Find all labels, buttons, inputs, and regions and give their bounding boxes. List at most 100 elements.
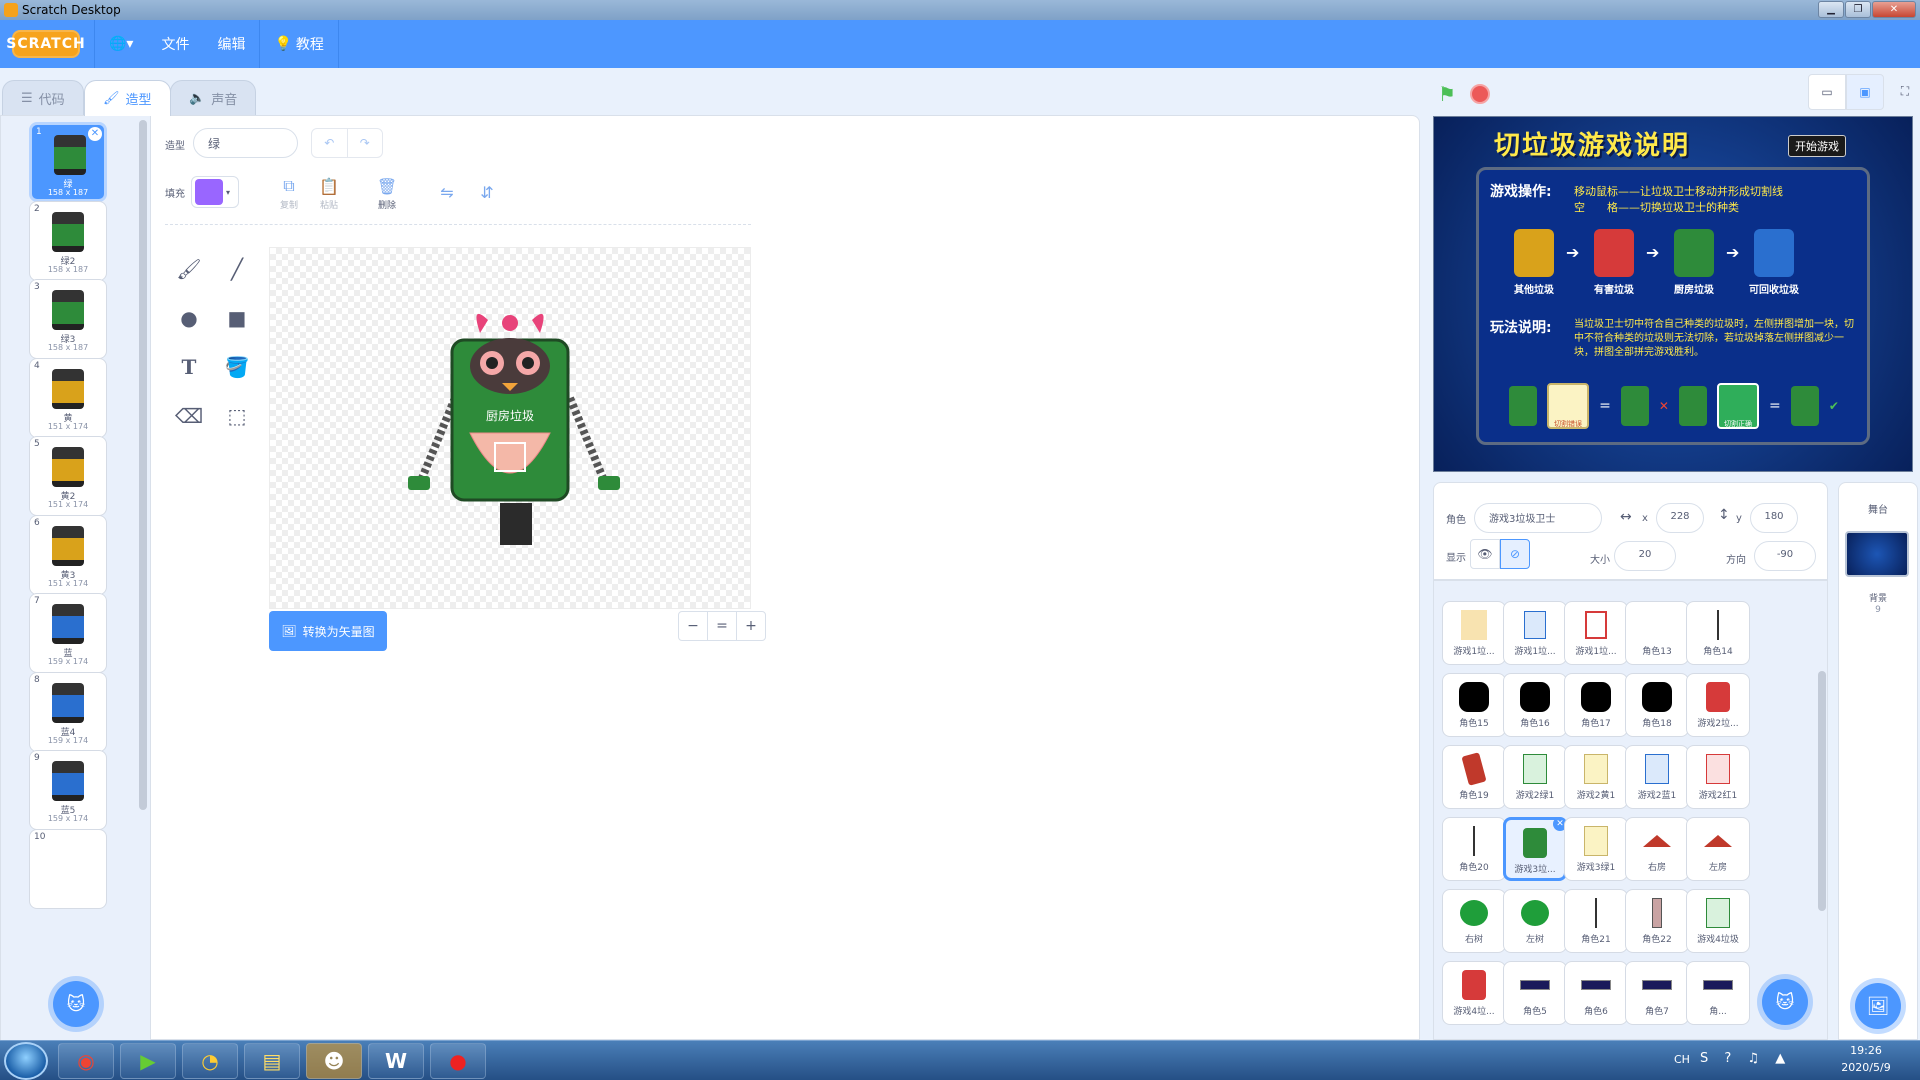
- scratch-logo[interactable]: SCRATCH: [6, 30, 85, 58]
- sprite-list-scrollbar[interactable]: [1818, 591, 1826, 1031]
- y-input[interactable]: 180: [1750, 503, 1798, 533]
- flip-horizontal-button[interactable]: ⇋: [429, 182, 465, 204]
- fill-color-picker[interactable]: ▾: [191, 176, 239, 208]
- text-tool-icon[interactable]: T: [171, 349, 207, 385]
- sprite-item[interactable]: 角色21: [1564, 889, 1628, 953]
- sprite-item[interactable]: 游戏1垃...: [1564, 601, 1628, 665]
- taskbar-explorer[interactable]: ▤: [244, 1043, 300, 1079]
- convert-to-vector-button[interactable]: 🖼 转换为矢量图: [269, 611, 387, 651]
- taskbar-word[interactable]: W: [368, 1043, 424, 1079]
- rectangle-tool-icon[interactable]: ■: [219, 300, 255, 336]
- maximize-button[interactable]: ❐: [1845, 1, 1871, 18]
- zoom-reset-button[interactable]: =: [707, 611, 737, 641]
- sprite-item[interactable]: 游戏1垃...: [1442, 601, 1506, 665]
- sprite-item[interactable]: 角色20: [1442, 817, 1506, 881]
- sprite-item[interactable]: 游戏3垃... ✕: [1503, 817, 1567, 881]
- taskbar-scratch[interactable]: ☻: [306, 1043, 362, 1079]
- costume-item[interactable]: 5 黄2 151 x 174: [29, 436, 107, 516]
- sprite-item[interactable]: 右房: [1625, 817, 1689, 881]
- paste-button[interactable]: 📋 粘贴: [311, 176, 347, 212]
- redo-icon[interactable]: ↷: [346, 129, 383, 157]
- zoom-out-button[interactable]: −: [678, 611, 708, 641]
- sprite-item[interactable]: 角色7: [1625, 961, 1689, 1025]
- sprite-item[interactable]: 游戏2绿1: [1503, 745, 1567, 809]
- costume-item[interactable]: 2 绿2 158 x 187: [29, 200, 107, 281]
- costume-item[interactable]: 3 绿3 158 x 187: [29, 279, 107, 359]
- line-tool-icon[interactable]: ╱: [219, 251, 255, 287]
- flip-vertical-button[interactable]: ⇵: [469, 182, 505, 204]
- close-button[interactable]: ✕: [1872, 1, 1916, 18]
- language-menu[interactable]: 🌐▾: [95, 20, 147, 68]
- circle-tool-icon[interactable]: ●: [171, 300, 207, 336]
- fullscreen-button[interactable]: ⛶: [1890, 74, 1920, 110]
- sprite-item[interactable]: 右树: [1442, 889, 1506, 953]
- tab-costumes[interactable]: 🖌 造型: [84, 80, 171, 116]
- minimize-button[interactable]: ▁: [1818, 1, 1844, 18]
- costume-item[interactable]: 10: [29, 828, 107, 909]
- costume-item[interactable]: 6 黄3 151 x 174: [29, 514, 107, 595]
- sprite-item[interactable]: 游戏2红1: [1686, 745, 1750, 809]
- taskbar-browser[interactable]: ◉: [58, 1043, 114, 1079]
- delete-costume-icon[interactable]: ✕: [88, 127, 102, 141]
- sprite-item[interactable]: 左房: [1686, 817, 1750, 881]
- sprite-item[interactable]: 角色22: [1625, 889, 1689, 953]
- stop-icon[interactable]: [1470, 84, 1490, 104]
- costume-item[interactable]: 9 蓝5 159 x 174: [29, 750, 107, 830]
- tab-sounds[interactable]: 🔈 声音: [170, 80, 257, 116]
- sprite-item[interactable]: 游戏4垃...: [1442, 961, 1506, 1025]
- hide-sprite-button[interactable]: ⊘: [1500, 539, 1530, 569]
- costume-item[interactable]: 1 绿 158 x 187 ✕: [29, 122, 107, 202]
- sprite-item[interactable]: 角色19: [1442, 745, 1506, 809]
- sprite-item[interactable]: 角色5: [1503, 961, 1567, 1025]
- file-menu[interactable]: 文件: [147, 20, 203, 68]
- sprite-item[interactable]: 左树: [1503, 889, 1567, 953]
- sprite-item[interactable]: 角色6: [1564, 961, 1628, 1025]
- costume-item[interactable]: 7 蓝 159 x 174: [29, 593, 107, 673]
- costume-list-scrollbar[interactable]: [139, 120, 147, 1035]
- stage[interactable]: 切垃圾游戏说明 开始游戏 游戏操作: 移动鼠标——让垃圾卫士移动并形成切割线 空…: [1433, 116, 1913, 472]
- sprite-item[interactable]: 角色16: [1503, 673, 1567, 737]
- large-stage-button[interactable]: ▣: [1846, 74, 1884, 110]
- select-tool-icon[interactable]: ⬚: [219, 398, 255, 434]
- backdrop-thumbnail[interactable]: [1845, 531, 1909, 577]
- sprite-item[interactable]: 游戏2蓝1: [1625, 745, 1689, 809]
- sprite-item[interactable]: 游戏2黄1: [1564, 745, 1628, 809]
- sprite-item[interactable]: 角色18: [1625, 673, 1689, 737]
- sprite-name-input[interactable]: 游戏3垃圾卫士: [1474, 503, 1602, 533]
- direction-input[interactable]: -90: [1754, 541, 1816, 571]
- paint-canvas[interactable]: 厨房垃圾: [269, 247, 751, 609]
- add-sprite-button[interactable]: 🐱: [1762, 979, 1808, 1025]
- add-costume-button[interactable]: 🐱: [53, 981, 99, 1027]
- sprite-item[interactable]: 游戏3绿1: [1564, 817, 1628, 881]
- start-game-button[interactable]: 开始游戏: [1788, 135, 1846, 157]
- taskbar-chrome[interactable]: ◔: [182, 1043, 238, 1079]
- edit-menu[interactable]: 编辑: [203, 20, 259, 68]
- sprite-item[interactable]: 角色13: [1625, 601, 1689, 665]
- copy-button[interactable]: ⧉ 复制: [271, 176, 307, 211]
- show-sprite-button[interactable]: 👁: [1470, 539, 1500, 569]
- sprite-item[interactable]: 角色17: [1564, 673, 1628, 737]
- size-input[interactable]: 20: [1614, 541, 1676, 571]
- green-flag-icon[interactable]: ⚑: [1438, 82, 1456, 106]
- sprite-item[interactable]: 角色14: [1686, 601, 1750, 665]
- x-input[interactable]: 228: [1656, 503, 1704, 533]
- sprite-item[interactable]: 角色15: [1442, 673, 1506, 737]
- input-language[interactable]: CH: [1674, 1053, 1690, 1066]
- sprite-item[interactable]: 游戏4垃圾: [1686, 889, 1750, 953]
- brush-tool-icon[interactable]: 🖌: [171, 251, 207, 287]
- costume-name-input[interactable]: 绿: [193, 128, 298, 158]
- costume-item[interactable]: 4 黄 151 x 174: [29, 357, 107, 438]
- fill-tool-icon[interactable]: 🪣: [219, 349, 255, 385]
- undo-icon[interactable]: ↶: [312, 129, 347, 157]
- start-button[interactable]: [4, 1042, 48, 1080]
- delete-button[interactable]: 🗑 删除: [369, 176, 405, 212]
- add-backdrop-button[interactable]: 🖼: [1855, 983, 1901, 1029]
- tray-icons[interactable]: S ? ♫ ▲: [1700, 1051, 1791, 1066]
- costume-item[interactable]: 8 蓝4 159 x 174: [29, 671, 107, 752]
- taskbar-recorder[interactable]: ●: [430, 1043, 486, 1079]
- sprite-item[interactable]: 角...: [1686, 961, 1750, 1025]
- tab-code[interactable]: ☰ 代码: [2, 80, 84, 116]
- taskbar-player[interactable]: ▶: [120, 1043, 176, 1079]
- tutorials-menu[interactable]: 💡 教程: [260, 20, 337, 68]
- sprite-item[interactable]: 游戏1垃...: [1503, 601, 1567, 665]
